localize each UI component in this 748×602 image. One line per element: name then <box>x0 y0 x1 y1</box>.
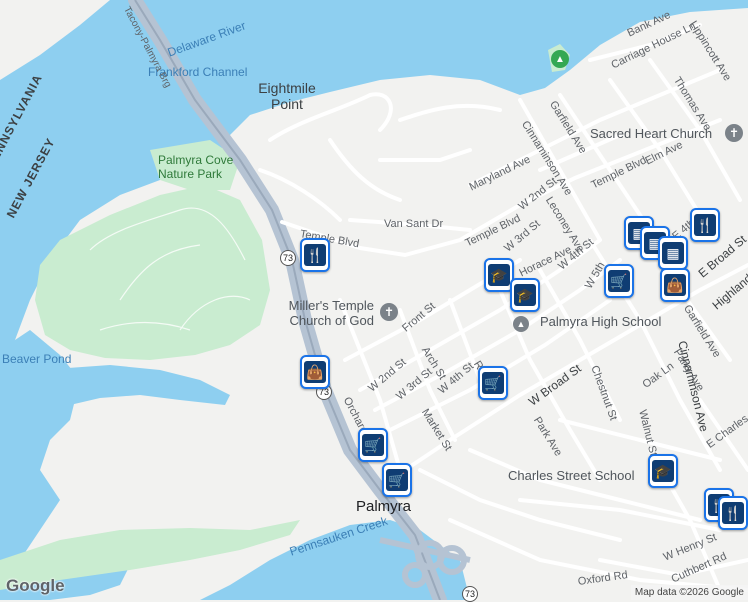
restaurant-icon: 🍴 <box>304 244 326 266</box>
poi-palmyra-hs[interactable]: Palmyra High School <box>540 314 661 329</box>
shopping-marker[interactable]: 👜 <box>300 355 330 389</box>
palmyra-cove-label: Palmyra Cove Nature Park <box>158 153 234 181</box>
restaurant-icon: 🍴 <box>694 214 716 236</box>
shopping-bag-icon: 👜 <box>304 361 326 383</box>
church-icon[interactable]: ✝ <box>725 124 743 142</box>
shopping-cart-icon: 🛒 <box>386 469 408 491</box>
school-marker[interactable]: 🎓 <box>648 454 678 488</box>
shopping-bag-icon: 👜 <box>664 274 686 296</box>
shopping-marker[interactable]: 🛒 <box>358 428 388 462</box>
school-small-icon[interactable]: ▲ <box>513 316 529 332</box>
google-logo: Google <box>6 576 65 595</box>
route-shield: 73 <box>280 250 296 266</box>
school-icon: 🎓 <box>652 460 674 482</box>
shopping-marker[interactable]: 👜 <box>660 268 690 302</box>
shopping-cart-icon: 🛒 <box>482 372 504 394</box>
school-icon: 🎓 <box>488 264 510 286</box>
school-marker[interactable]: 🎓 <box>510 278 540 312</box>
street-van-sant: Van Sant Dr <box>384 218 444 230</box>
church-icon[interactable]: ✝ <box>380 303 398 321</box>
park-tree-icon[interactable]: ▲ <box>551 50 569 68</box>
beaver-pond-label: Beaver Pond <box>2 352 72 366</box>
school-icon: 🎓 <box>514 284 536 306</box>
cluster-marker[interactable]: ▦ <box>658 236 688 270</box>
shopping-cart-icon: 🛒 <box>608 270 630 292</box>
shopping-marker[interactable]: 🛒 <box>382 463 412 497</box>
restaurant-marker[interactable]: 🍴 <box>690 208 720 242</box>
restaurant-marker[interactable]: 🍴 <box>718 496 748 530</box>
shopping-marker[interactable]: 🛒 <box>478 366 508 400</box>
poi-sacred-heart[interactable]: Sacred Heart Church <box>590 126 712 141</box>
eightmile-point-label: Eightmile Point <box>258 80 316 112</box>
cluster-icon: ▦ <box>662 242 684 264</box>
restaurant-icon: 🍴 <box>722 502 744 524</box>
shopping-marker[interactable]: 🛒 <box>604 264 634 298</box>
shopping-cart-icon: 🛒 <box>362 434 384 456</box>
map-attribution: Map data ©2026 Google <box>630 585 748 600</box>
poi-charles-street[interactable]: Charles Street School <box>508 468 634 483</box>
restaurant-marker[interactable]: 🍴 <box>300 238 330 272</box>
poi-millers-temple[interactable]: Miller's Temple Church of God <box>276 298 374 328</box>
palmyra-town-label: Palmyra <box>356 498 412 515</box>
